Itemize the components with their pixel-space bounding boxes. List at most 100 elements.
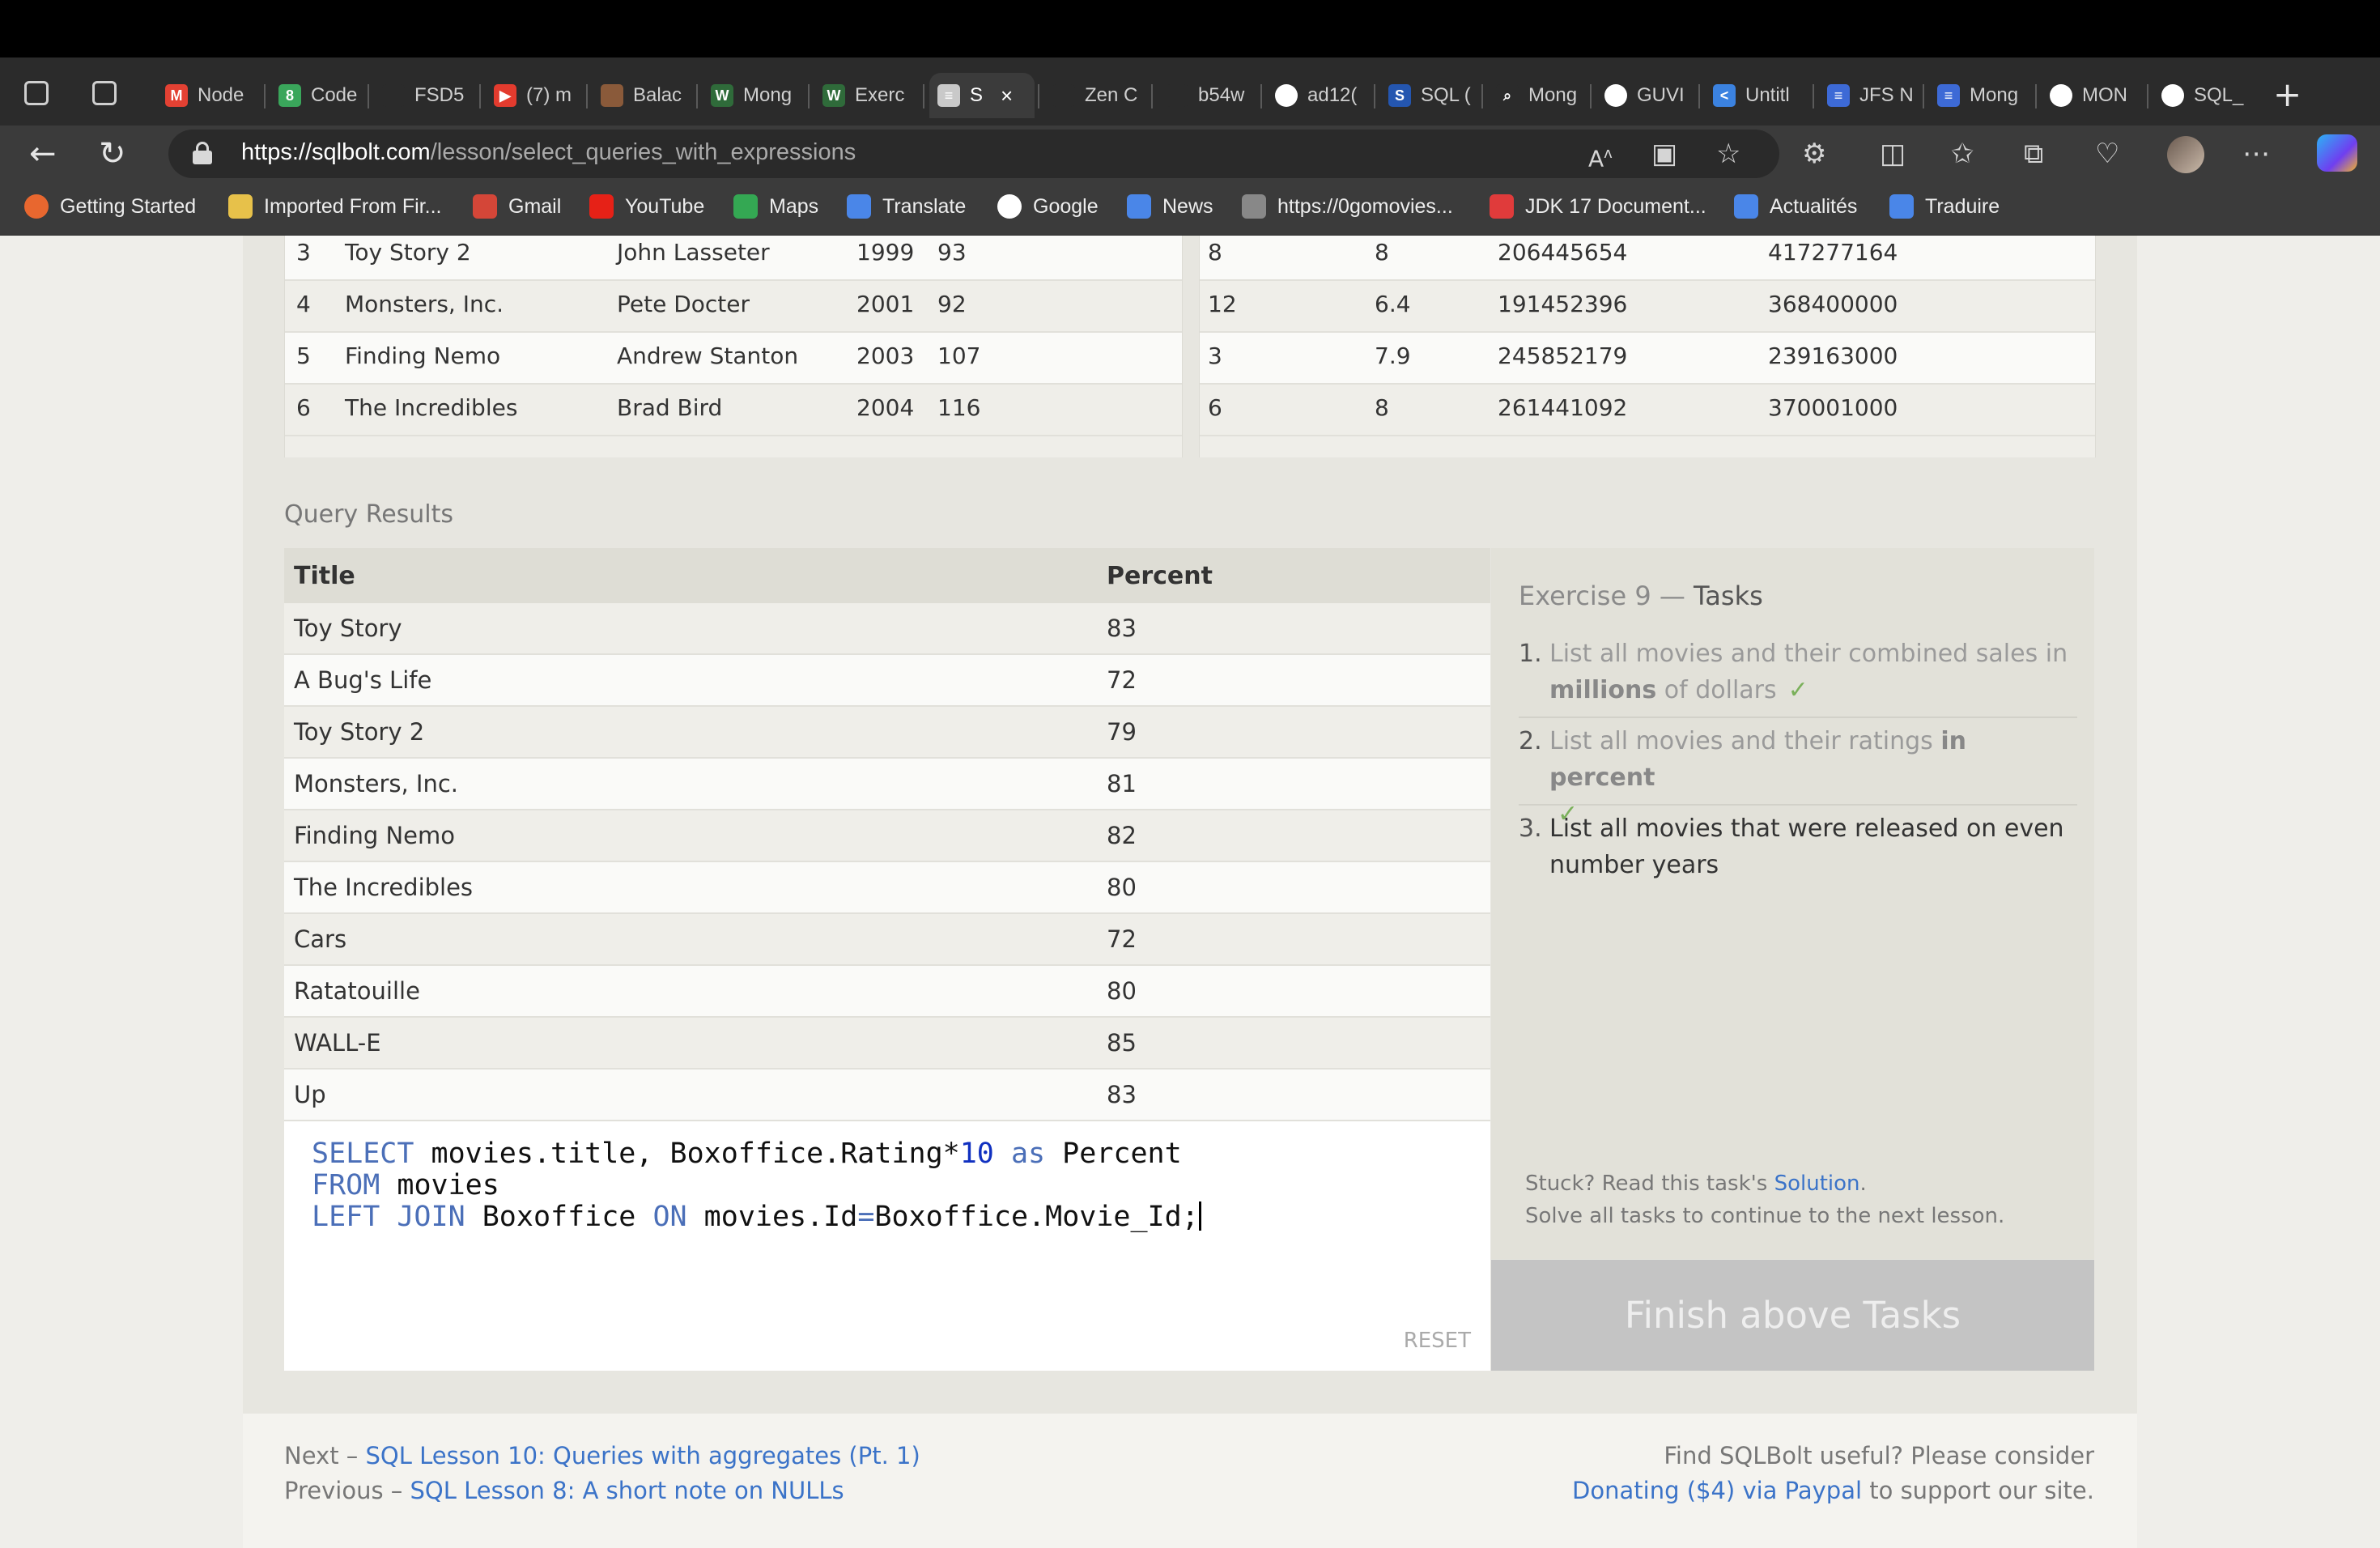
result-percent-cell: 80: [1107, 874, 1137, 901]
tab-4[interactable]: Balac: [593, 73, 693, 118]
bookmark-item[interactable]: Gmail: [473, 194, 561, 219]
sql-editor[interactable]: SELECT movies.title, Boxoffice.Rating*10…: [284, 1124, 1490, 1371]
refresh-icon[interactable]: ↻: [99, 134, 126, 174]
bookmark-item[interactable]: Google: [997, 194, 1099, 219]
table-cell: 3: [296, 239, 311, 266]
tab-favicon-icon: ⌕: [1496, 84, 1519, 107]
result-title-cell: A Bug's Life: [294, 666, 432, 694]
table-cell: 206445654: [1498, 239, 1628, 266]
tab-1[interactable]: 8 Code: [270, 73, 371, 118]
tab-title: b54w: [1198, 84, 1245, 106]
query-results-table: Title Percent Toy Story 83 A Bug's Life 72 T…: [284, 548, 1490, 1371]
table-cell: John Lasseter: [617, 239, 770, 266]
url-text[interactable]: https://sqlbolt.com/lesson/select_querie…: [241, 139, 856, 166]
table-cell: 93: [937, 239, 967, 266]
table-cell: 191452396: [1498, 291, 1628, 317]
table-cell: 8: [1208, 239, 1222, 266]
result-title-cell: Finding Nemo: [294, 822, 456, 849]
tab-3[interactable]: ▶ (7) m: [486, 73, 586, 118]
immersive-reader-icon[interactable]: ▣: [1651, 139, 1677, 168]
tab-favicon-icon: ≡: [1937, 84, 1960, 107]
read-aloud-icon[interactable]: Aʌ: [1588, 139, 1613, 173]
tab-14[interactable]: < Untitl: [1705, 73, 1805, 118]
tab-separator: [696, 84, 698, 108]
tab-favicon-icon: S: [1388, 84, 1411, 107]
finish-tasks-button[interactable]: Finish above Tasks: [1491, 1260, 2094, 1371]
split-screen-icon[interactable]: ◫: [1880, 139, 1906, 168]
tab-13[interactable]: GUVI: [1596, 73, 1697, 118]
result-title-cell: Up: [294, 1081, 326, 1108]
bookmark-favicon-icon: [589, 194, 614, 219]
bookmark-item[interactable]: Getting Started: [24, 194, 196, 219]
tab-actions: [24, 81, 117, 105]
browser-essentials-icon[interactable]: ♡: [2095, 139, 2119, 168]
tab-16[interactable]: ≡ Mong: [1929, 73, 2029, 118]
close-tab-icon[interactable]: ×: [1001, 83, 1013, 108]
task-divider: [1519, 717, 2077, 718]
result-row: Cars 72: [284, 914, 1490, 966]
tab-5[interactable]: W Mong: [703, 73, 803, 118]
result-row: WALL-E 85: [284, 1018, 1490, 1070]
bookmark-favicon-icon: [1490, 194, 1514, 219]
more-menu-icon[interactable]: ⋯: [2242, 139, 2270, 168]
result-title-cell: Toy Story 2: [294, 718, 425, 746]
tab-favicon-icon: [1166, 84, 1188, 107]
copilot-icon[interactable]: [2317, 134, 2357, 172]
bookmark-label: https://0gomovies...: [1277, 194, 1453, 218]
tab-9[interactable]: b54w: [1158, 73, 1258, 118]
bookmark-item[interactable]: YouTube: [589, 194, 704, 219]
tab-favicon-icon: <: [1713, 84, 1736, 107]
tab-2[interactable]: FSD5: [374, 73, 474, 118]
tab-11[interactable]: S SQL (: [1380, 73, 1481, 118]
bookmark-label: Getting Started: [60, 194, 197, 218]
lock-icon[interactable]: [193, 142, 212, 164]
bookmark-item[interactable]: Maps: [733, 194, 818, 219]
bookmark-item[interactable]: Imported From Fir...: [228, 194, 441, 219]
donate-link[interactable]: Donating ($4) via Paypal: [1572, 1477, 1862, 1504]
tab-favicon-icon: ▶: [494, 84, 516, 107]
reset-button[interactable]: RESET: [1404, 1329, 1471, 1353]
profile-avatar[interactable]: [2167, 136, 2204, 173]
bookmark-favicon-icon: [997, 194, 1022, 219]
bookmark-item[interactable]: Translate: [847, 194, 966, 219]
bookmark-item[interactable]: Traduire: [1889, 194, 2000, 219]
extensions-icon[interactable]: ⚙: [1802, 139, 1826, 168]
tab-17[interactable]: MON: [2042, 73, 2142, 118]
table-cell: 92: [937, 291, 967, 317]
table-cell: 239163000: [1768, 342, 1898, 369]
favorites-icon[interactable]: ✩: [1951, 139, 1974, 168]
bookmark-item[interactable]: JDK 17 Document...: [1490, 194, 1706, 219]
bookmark-item[interactable]: News: [1127, 194, 1213, 219]
collections-icon[interactable]: ⧉: [2024, 139, 2043, 168]
next-lesson-link[interactable]: SQL Lesson 10: Queries with aggregates (…: [366, 1442, 920, 1469]
tab-15[interactable]: ≡ JFS N: [1819, 73, 1919, 118]
workspaces-icon[interactable]: [24, 81, 49, 105]
sql-code[interactable]: SELECT movies.title, Boxoffice.Rating*10…: [312, 1138, 1201, 1233]
table-cell: Monsters, Inc.: [345, 291, 504, 317]
back-icon[interactable]: ←: [29, 134, 57, 174]
tab-10[interactable]: ad12(: [1267, 73, 1367, 118]
tab-favicon-icon: 8: [278, 84, 301, 107]
tab-actions-icon[interactable]: [92, 81, 117, 105]
tab-7[interactable]: ≡ S ×: [929, 73, 1035, 118]
bookmark-favicon-icon: [1734, 194, 1758, 219]
bookmark-item[interactable]: https://0gomovies...: [1242, 194, 1453, 219]
solution-link[interactable]: Solution: [1774, 1172, 1860, 1196]
favorite-star-icon[interactable]: ☆: [1716, 139, 1740, 168]
bookmark-item[interactable]: Actualités: [1734, 194, 1857, 219]
previous-lesson-link[interactable]: SQL Lesson 8: A short note on NULLs: [410, 1477, 844, 1504]
lesson-navigation: Next – SQL Lesson 10: Queries with aggre…: [284, 1442, 920, 1504]
tab-6[interactable]: W Exerc: [814, 73, 915, 118]
tab-0[interactable]: M Node: [157, 73, 257, 118]
table-cell: Pete Docter: [617, 291, 750, 317]
tab-title: MON: [2082, 84, 2127, 106]
tab-8[interactable]: Zen C: [1044, 73, 1145, 118]
table-cell: 1999: [856, 239, 915, 266]
tab-12[interactable]: ⌕ Mong: [1488, 73, 1588, 118]
bookmark-label: Traduire: [1925, 194, 2000, 218]
tab-title: SQL_: [2194, 84, 2244, 106]
tab-separator: [1260, 84, 1262, 108]
result-title-cell: Cars: [294, 925, 347, 953]
tab-18[interactable]: SQL_: [2153, 73, 2254, 118]
new-tab-button[interactable]: +: [2273, 78, 2301, 112]
